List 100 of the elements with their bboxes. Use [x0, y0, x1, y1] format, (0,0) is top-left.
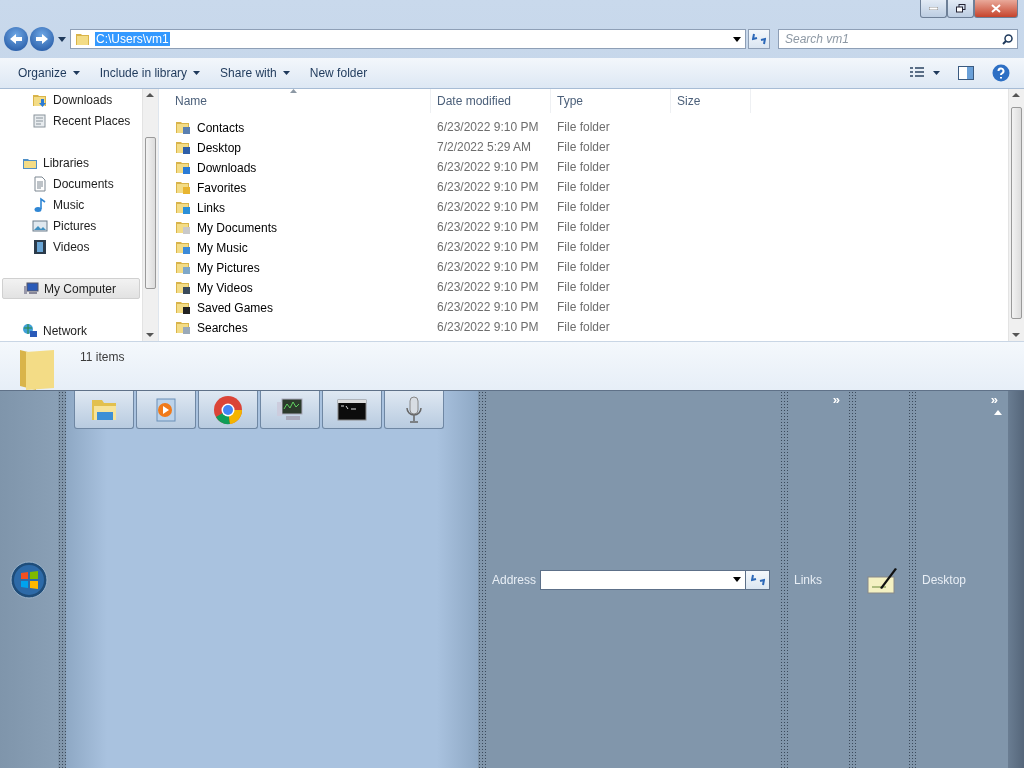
nav-item[interactable]: Libraries	[2, 152, 140, 173]
file-name[interactable]: Desktop	[175, 139, 431, 155]
type-cell-text: File folder	[556, 140, 611, 154]
file-name[interactable]: Contacts	[175, 119, 431, 135]
file-name[interactable]: My Videos	[175, 279, 431, 295]
folder-icon	[175, 219, 191, 235]
column-header[interactable]: Date modified	[431, 89, 551, 113]
file-name[interactable]: My Music	[175, 239, 431, 255]
date-cell-text: 6/23/2022 9:10 PM	[436, 120, 540, 134]
scrollbar[interactable]	[142, 89, 158, 341]
scroll-up-icon[interactable]	[994, 410, 1002, 415]
picture-icon	[32, 217, 48, 234]
history-dropdown-icon[interactable]	[58, 36, 66, 42]
nav-item[interactable]: Documents	[2, 173, 140, 194]
file-name[interactable]: My Documents	[175, 219, 431, 235]
quick-launch-button[interactable]	[322, 391, 382, 429]
file-name[interactable]: Searches	[175, 319, 431, 335]
nav-item[interactable]: Recent Places	[2, 110, 140, 131]
nav-item[interactable]: Music	[2, 194, 140, 215]
back-arrow-icon	[9, 33, 23, 45]
nav-item[interactable]: Network	[2, 320, 140, 341]
column-header[interactable]: Name	[175, 89, 431, 113]
go-button[interactable]	[746, 569, 771, 590]
menu-button[interactable]: Include in library	[89, 62, 211, 84]
restore-button[interactable]	[947, 0, 974, 18]
file-name[interactable]: Saved Games	[175, 299, 431, 315]
file-name[interactable]: Favorites	[175, 179, 431, 195]
caret-icon	[282, 71, 290, 75]
film-icon	[32, 238, 48, 255]
folder-icon	[175, 119, 191, 135]
type-cell-text: File folder	[556, 320, 611, 334]
forward-button[interactable]	[30, 27, 54, 51]
menu-button[interactable]: Organize	[8, 62, 90, 84]
refresh-icon	[750, 573, 765, 586]
date-cell-text: 6/23/2022 9:10 PM	[436, 260, 540, 274]
scroll-up-icon	[146, 93, 154, 97]
dropdown-icon	[733, 577, 742, 582]
item-count: 11 items	[80, 350, 125, 364]
computer-icon	[23, 280, 39, 297]
caret-icon	[72, 71, 80, 75]
folder-icon	[175, 319, 191, 335]
forward-arrow-icon	[35, 33, 49, 45]
network-icon	[22, 322, 38, 339]
dropdown-icon	[733, 36, 741, 42]
view-options-icon[interactable]	[910, 67, 940, 79]
close-icon	[991, 4, 1001, 13]
menu-button[interactable]: New folder	[299, 62, 378, 84]
search-field[interactable]: Search vm1	[778, 29, 1018, 49]
date-cell-text: 6/23/2022 9:10 PM	[436, 300, 540, 314]
date-cell-text: 6/23/2022 9:10 PM	[436, 180, 540, 194]
date-cell-text: 6/23/2022 9:10 PM	[436, 320, 540, 334]
column-header[interactable]: Size	[671, 89, 751, 113]
folder-icon	[175, 159, 191, 175]
scroll-up-icon	[1012, 93, 1020, 97]
date-cell-text: 6/23/2022 9:10 PM	[436, 200, 540, 214]
toolbar-label: Address	[492, 572, 537, 587]
refresh-button[interactable]	[748, 29, 770, 49]
minimize-icon	[929, 7, 938, 10]
column-header[interactable]: Type	[551, 89, 671, 113]
folder-icon	[175, 239, 191, 255]
type-cell-text: File folder	[556, 220, 611, 234]
back-button[interactable]	[4, 27, 28, 51]
date-cell-text: 6/23/2022 9:10 PM	[436, 280, 540, 294]
type-cell-text: File folder	[556, 280, 611, 294]
nav-item[interactable]: My Computer	[2, 278, 140, 299]
folder-icon	[175, 139, 191, 155]
file-name[interactable]: My Pictures	[175, 259, 431, 275]
menu-button[interactable]: Share with	[210, 62, 300, 84]
document-icon	[32, 112, 48, 129]
date-cell-text: 6/23/2022 9:10 PM	[436, 220, 540, 234]
date-cell-text: 6/23/2022 9:10 PM	[436, 160, 540, 174]
preview-pane-icon[interactable]	[958, 66, 974, 80]
nav-item[interactable]: Downloads	[2, 89, 140, 110]
date-cell-text: 6/23/2022 9:10 PM	[436, 240, 540, 254]
toolbar-label: Desktop	[922, 572, 967, 587]
scroll-down-icon	[146, 333, 154, 337]
help-icon[interactable]	[992, 64, 1010, 82]
type-cell-text: File folder	[556, 180, 611, 194]
type-cell-text: File folder	[556, 240, 611, 254]
scrollbar[interactable]	[1008, 391, 1024, 768]
date-cell-text: 7/2/2022 5:29 AM	[436, 140, 533, 154]
nav-item[interactable]: Videos	[2, 236, 140, 257]
type-cell-text: File folder	[556, 200, 611, 214]
type-cell-text: File folder	[556, 120, 611, 134]
nav-item[interactable]: Pictures	[2, 215, 140, 236]
start-button[interactable]	[10, 560, 48, 599]
folder-icon	[175, 299, 191, 315]
close-button[interactable]	[974, 0, 1018, 18]
scroll-down-icon	[1012, 333, 1020, 337]
scrollbar[interactable]	[1008, 89, 1024, 341]
type-cell-text: File folder	[556, 160, 611, 174]
quick-launch-button[interactable]	[260, 391, 320, 429]
address-field[interactable]	[540, 569, 747, 590]
search-icon	[1002, 33, 1013, 45]
toolbar-grip[interactable]	[58, 391, 66, 768]
refresh-icon	[752, 33, 766, 45]
toolbar-grip[interactable]	[478, 391, 486, 768]
file-name[interactable]: Links	[175, 199, 431, 215]
document-icon	[32, 175, 48, 192]
file-name[interactable]: Downloads	[175, 159, 431, 175]
